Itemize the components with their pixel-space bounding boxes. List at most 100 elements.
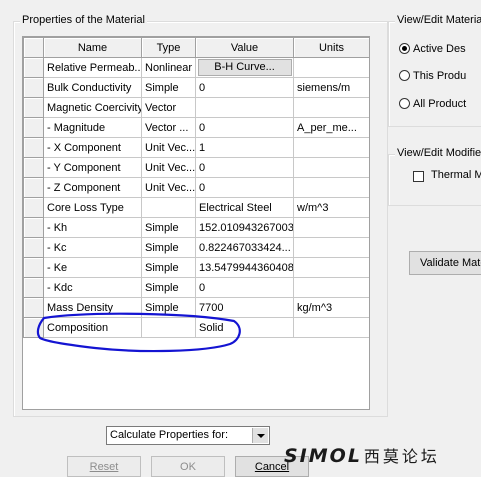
select-value: Calculate Properties for: — [110, 429, 228, 441]
table-row[interactable]: - Kdc Simple 0 — [23, 277, 369, 298]
property-name: Core Loss Type — [43, 197, 142, 218]
row-selector[interactable] — [23, 77, 44, 98]
view-modifiers-group-title: View/Edit Modifie — [395, 147, 481, 159]
property-type[interactable] — [141, 197, 196, 218]
property-value[interactable]: 13.5479944360408 — [195, 257, 294, 278]
property-name: Magnetic Coercivity — [43, 97, 142, 118]
row-selector[interactable] — [23, 97, 44, 118]
property-units[interactable] — [293, 277, 369, 298]
property-type[interactable]: Vector ... — [141, 117, 196, 138]
column-header-value[interactable]: Value — [195, 37, 294, 58]
table-row[interactable]: Core Loss Type Electrical Steel w/m^3 — [23, 197, 369, 218]
property-value[interactable] — [195, 97, 294, 118]
watermark-cjk: 西莫论坛 — [363, 447, 440, 466]
property-value[interactable]: 1 — [195, 137, 294, 158]
chevron-down-icon[interactable] — [252, 428, 268, 443]
table-row[interactable]: Mass Density Simple 7700 kg/m^3 — [23, 297, 369, 318]
property-units[interactable] — [293, 97, 369, 118]
property-name: - Z Component — [43, 177, 142, 198]
row-selector[interactable] — [23, 197, 44, 218]
row-selector[interactable] — [23, 277, 44, 298]
table-row[interactable]: - Z Component Unit Vec... 0 — [23, 177, 369, 198]
property-value[interactable]: Solid — [195, 317, 294, 338]
property-units[interactable] — [293, 157, 369, 178]
property-type[interactable]: Unit Vec... — [141, 177, 196, 198]
table-row[interactable]: - X Component Unit Vec... 1 — [23, 137, 369, 158]
property-value[interactable]: 0 — [195, 157, 294, 178]
property-units[interactable] — [293, 177, 369, 198]
row-selector[interactable] — [23, 157, 44, 178]
property-type[interactable]: Simple — [141, 277, 196, 298]
property-units[interactable] — [293, 217, 369, 238]
property-units[interactable] — [293, 317, 369, 338]
row-selector[interactable] — [23, 297, 44, 318]
property-type[interactable]: Simple — [141, 77, 196, 98]
property-units[interactable]: kg/m^3 — [293, 297, 369, 318]
property-name: - Kdc — [43, 277, 142, 298]
table-row[interactable]: - Kh Simple 152.010943267003 — [23, 217, 369, 238]
row-selector[interactable] — [23, 117, 44, 138]
radio-button[interactable] — [399, 43, 410, 54]
row-selector[interactable] — [23, 237, 44, 258]
property-value[interactable]: 0 — [195, 77, 294, 98]
thermal-modifier-checkbox[interactable] — [413, 171, 424, 182]
radio-all-products[interactable]: All Product — [399, 97, 466, 111]
property-units[interactable] — [293, 237, 369, 258]
radio-button[interactable] — [399, 70, 410, 81]
property-type[interactable]: Unit Vec... — [141, 157, 196, 178]
property-type[interactable]: Unit Vec... — [141, 137, 196, 158]
property-units[interactable]: w/m^3 — [293, 197, 369, 218]
table-row[interactable]: Bulk Conductivity Simple 0 siemens/m — [23, 77, 369, 98]
property-name: - Kh — [43, 217, 142, 238]
property-units[interactable] — [293, 137, 369, 158]
table-row[interactable]: - Ke Simple 13.5479944360408 — [23, 257, 369, 278]
property-type[interactable]: Simple — [141, 237, 196, 258]
row-selector[interactable] — [23, 57, 44, 78]
property-value[interactable]: 7700 — [195, 297, 294, 318]
column-header-name[interactable]: Name — [43, 37, 142, 58]
property-value[interactable]: 0.822467033424... — [195, 237, 294, 258]
property-units[interactable]: A_per_me... — [293, 117, 369, 138]
row-selector[interactable] — [23, 217, 44, 238]
table-row[interactable]: Composition Solid — [23, 317, 369, 338]
property-units[interactable] — [293, 57, 369, 78]
watermark-latin: SIMOL — [284, 445, 362, 467]
property-value[interactable]: 0 — [195, 277, 294, 298]
table-row[interactable]: Magnetic Coercivity Vector — [23, 97, 369, 118]
column-header-units[interactable]: Units — [293, 37, 369, 58]
properties-table: Name Type Value Units Relative Permeab..… — [23, 37, 369, 338]
property-units[interactable] — [293, 257, 369, 278]
property-value[interactable]: 0 — [195, 117, 294, 138]
row-selector[interactable] — [23, 257, 44, 278]
property-type[interactable]: Simple — [141, 297, 196, 318]
calculate-properties-select[interactable]: Calculate Properties for: — [106, 426, 270, 445]
table-row[interactable]: - Kc Simple 0.822467033424... — [23, 237, 369, 258]
property-name: Mass Density — [43, 297, 142, 318]
table-row[interactable]: - Magnitude Vector ... 0 A_per_me... — [23, 117, 369, 138]
property-type[interactable]: Simple — [141, 257, 196, 278]
property-type[interactable]: Nonlinear — [141, 57, 196, 78]
property-type[interactable]: Vector — [141, 97, 196, 118]
table-row[interactable]: Relative Permeab... Nonlinear B-H Curve.… — [23, 57, 369, 78]
radio-button[interactable] — [399, 98, 410, 109]
table-row[interactable]: - Y Component Unit Vec... 0 — [23, 157, 369, 178]
validate-material-button[interactable]: Validate Mate — [409, 251, 481, 275]
property-type[interactable]: Simple — [141, 217, 196, 238]
radio-this-product[interactable]: This Produ — [399, 69, 466, 83]
property-value[interactable]: 0 — [195, 177, 294, 198]
row-selector[interactable] — [23, 177, 44, 198]
column-header-type[interactable]: Type — [141, 37, 196, 58]
header-row: Name Type Value Units — [23, 37, 369, 58]
property-value[interactable]: B-H Curve... — [195, 57, 294, 78]
row-selector[interactable] — [23, 317, 44, 338]
property-name: - Kc — [43, 237, 142, 258]
property-type[interactable] — [141, 317, 196, 338]
property-value[interactable]: Electrical Steel — [195, 197, 294, 218]
row-selector[interactable] — [23, 137, 44, 158]
property-name: - X Component — [43, 137, 142, 158]
property-units[interactable]: siemens/m — [293, 77, 369, 98]
property-name: Composition — [43, 317, 142, 338]
radio-active-design[interactable]: Active Des — [399, 42, 466, 56]
property-value[interactable]: 152.010943267003 — [195, 217, 294, 238]
bh-curve-button[interactable]: B-H Curve... — [197, 59, 292, 76]
